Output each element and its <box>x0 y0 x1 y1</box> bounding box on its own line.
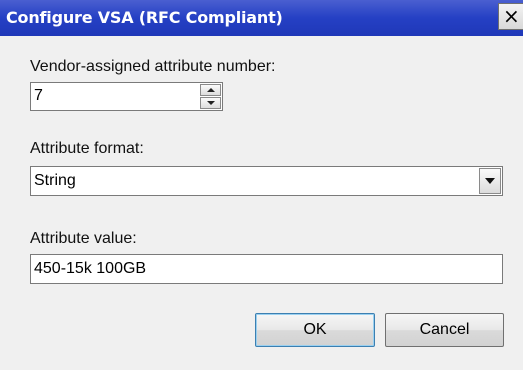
attribute-format-label: Attribute format: <box>30 140 144 157</box>
ok-button[interactable]: OK <box>255 313 375 347</box>
vendor-attribute-number-value[interactable]: 7 <box>34 87 43 105</box>
vendor-attribute-number-spinner[interactable]: 7 <box>30 82 223 111</box>
window-title: Configure VSA (RFC Compliant) <box>6 8 283 27</box>
configure-vsa-dialog: Configure VSA (RFC Compliant) × Vendor-a… <box>0 0 523 370</box>
vendor-attribute-label: Vendor-assigned attribute number: <box>30 58 276 75</box>
spinner-buttons <box>200 84 221 109</box>
attribute-value-label: Attribute value: <box>30 230 137 247</box>
close-button[interactable]: × <box>498 3 523 30</box>
attribute-format-select[interactable]: String <box>30 166 503 196</box>
title-bar[interactable]: Configure VSA (RFC Compliant) × <box>0 0 523 36</box>
spin-up-icon[interactable] <box>200 84 221 96</box>
attribute-format-selected-value: String <box>34 172 76 189</box>
chevron-down-icon[interactable] <box>479 168 501 194</box>
attribute-value-input[interactable]: 450-15k 100GB <box>30 254 503 284</box>
cancel-button[interactable]: Cancel <box>385 313 504 347</box>
close-icon: × <box>503 4 520 28</box>
spin-down-icon[interactable] <box>200 97 221 109</box>
